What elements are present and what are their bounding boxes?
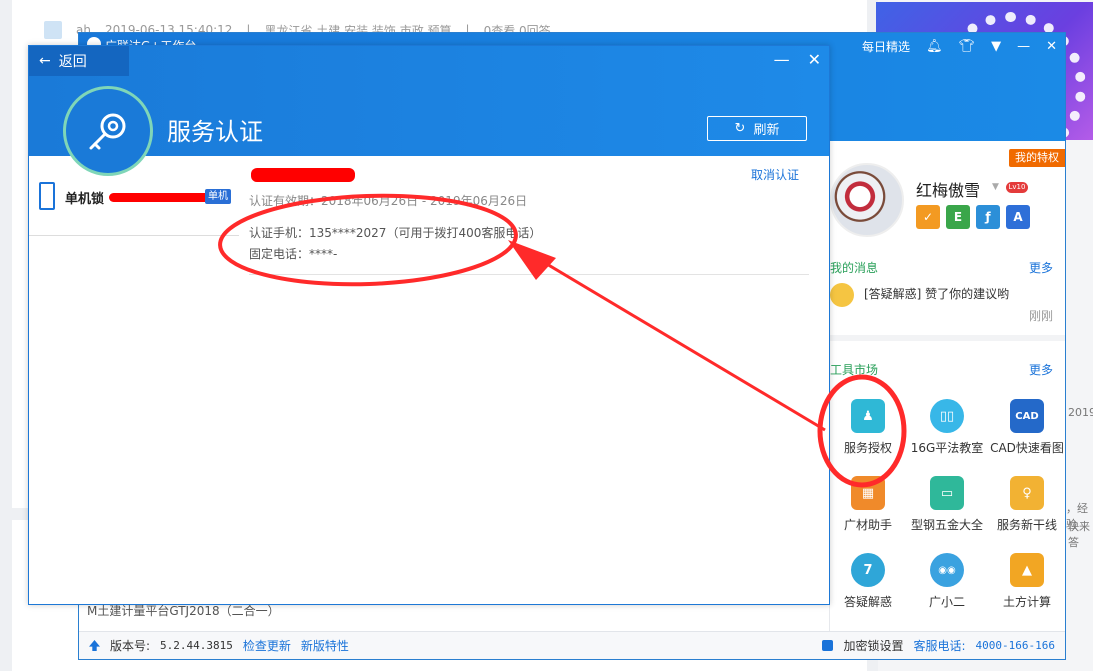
lock-icon (822, 640, 834, 651)
tool-steel-hardware[interactable]: ▭ 型钢五金大全 (906, 476, 988, 533)
close-icon[interactable]: ✕ (808, 50, 821, 69)
level-badge: Lv10 (1006, 182, 1028, 193)
tool-label: 广材助手 (843, 518, 892, 532)
validity-text: 认证有效期：2018年06月26日 - 2019年06月26日 (249, 194, 528, 208)
tool-label: 服务授权 (843, 441, 892, 455)
phone-text: 认证手机：135****2027（可用于拨打400客服电话） (249, 226, 542, 240)
tool-label: 型钢五金大全 (910, 518, 983, 532)
upgrade-arrow-icon (89, 640, 100, 651)
hotline-label: 客服电话: (913, 639, 966, 653)
lock-settings-link[interactable]: 加密锁设置 (843, 637, 903, 654)
lock-list-item[interactable]: 单机锁 单机 (29, 156, 239, 236)
tool-16g-classroom[interactable]: ▯▯ 16G平法教室 (906, 399, 988, 456)
minimize-icon[interactable]: — (1017, 39, 1030, 54)
message-text[interactable]: [答疑解惑] 赞了你的建议哟 (864, 285, 1009, 302)
version-value: 5.2.44.3815 (160, 639, 233, 652)
tool-label: 16G平法教室 (910, 441, 984, 455)
tool-label: 答疑解惑 (843, 595, 892, 609)
messages-more-link[interactable]: 更多 (1029, 259, 1053, 276)
service-auth-icon: ♟ (851, 399, 885, 433)
badge-icon[interactable]: ƒ (976, 205, 1000, 229)
book-icon: ▯▯ (930, 399, 964, 433)
refresh-button[interactable]: ↻ 刷新 (707, 116, 807, 141)
dialog-window-controls: — ✕ (774, 50, 821, 69)
daily-picks-link[interactable]: 每日精选 (862, 38, 910, 55)
tool-label: 土方计算 (1002, 595, 1051, 609)
side-text: 快来答 (1068, 520, 1090, 549)
user-panel: 我的特权 红梅傲雪 ▼ Lv10 ✓ E ƒ A 我的消息 更多 [答疑解惑] … (829, 141, 1065, 631)
message-time: 刚刚 (1028, 309, 1053, 323)
shirt-skin-icon[interactable]: 👕︎ (959, 39, 976, 54)
bulb-icon: ♀ (1010, 476, 1044, 510)
tool-label: CAD快速看图 (990, 441, 1064, 455)
back-label: 返回 (58, 54, 87, 70)
close-icon[interactable]: ✕ (1046, 39, 1057, 54)
tools-title: 工具市场 (830, 363, 879, 377)
minimize-icon[interactable]: — (774, 50, 790, 69)
earthwork-icon: ▲ (1010, 553, 1044, 587)
cancel-auth-link[interactable]: 取消认证 (751, 166, 799, 183)
arrow-left-icon: ← (39, 53, 51, 69)
lock-type-tag: 单机 (205, 189, 231, 204)
tool-service-line[interactable]: ♀ 服务新干线 (988, 476, 1066, 533)
tool-guangxiaoer[interactable]: ◉◉ 广小二 (906, 553, 988, 610)
refresh-icon: ↻ (734, 121, 746, 136)
privilege-badge[interactable]: 我的特权 (1009, 149, 1065, 167)
tool-label: 服务新干线 (996, 518, 1057, 532)
username[interactable]: 红梅傲雪 (916, 177, 980, 201)
message-avatar-icon (830, 283, 854, 307)
chevron-down-icon[interactable]: ▼ (992, 182, 999, 192)
divider (249, 274, 809, 275)
qa-icon: 7 (851, 553, 885, 587)
back-button[interactable]: ← 返回 (29, 46, 129, 76)
tool-grid: ♟ 服务授权 ▯▯ 16G平法教室 CAD CAD快速看图 ▦ 广材助手 ▭ 型钢五金大全… (830, 399, 1066, 610)
messages-title: 我的消息 (830, 261, 879, 275)
side-date: 2019- (1068, 406, 1093, 419)
tool-qa[interactable]: 7 答疑解惑 (830, 553, 906, 610)
bricks-icon: ▦ (851, 476, 885, 510)
badge-list: ✓ E ƒ A (916, 205, 1030, 229)
check-update-link[interactable]: 检查更新 (243, 637, 291, 654)
badge-icon[interactable]: E (946, 205, 970, 229)
dialog-header: ← 返回 — ✕ 服务认证 ↻ 刷新 (29, 46, 829, 176)
divider (830, 335, 1065, 341)
bell-icon[interactable]: 🔔︎ (926, 39, 943, 54)
menu-down-icon[interactable]: ▼ (991, 39, 1001, 54)
mascot-icon: ◉◉ (930, 553, 964, 587)
refresh-label: 刷新 (753, 123, 780, 138)
cad-icon: CAD (1010, 399, 1044, 433)
badge-icon[interactable]: ✓ (916, 205, 940, 229)
workbench-footer: 版本号: 5.2.44.3815 检查更新 新版特性 加密锁设置 客服电话: 4… (79, 631, 1065, 659)
tool-label: 广小二 (928, 595, 965, 609)
steel-icon: ▭ (930, 476, 964, 510)
usb-key-icon (39, 182, 55, 210)
avatar[interactable] (830, 163, 904, 237)
redaction-mark (251, 168, 355, 182)
tool-cad-viewer[interactable]: CAD CAD快速看图 (988, 399, 1066, 456)
lock-name: 单机锁 (65, 192, 105, 207)
new-features-link[interactable]: 新版特性 (301, 637, 349, 654)
tools-more-link[interactable]: 更多 (1029, 361, 1053, 378)
version-label: 版本号: (110, 639, 151, 653)
tool-material-assistant[interactable]: ▦ 广材助手 (830, 476, 906, 533)
hotline-value: 4000-166-166 (975, 639, 1055, 652)
dialog-title: 服务认证 (167, 118, 263, 146)
workbench-top-controls: 每日精选 🔔︎ 👕︎ ▼ — ✕ (862, 35, 1057, 57)
tool-service-auth[interactable]: ♟ 服务授权 (830, 399, 906, 456)
tool-earthwork[interactable]: ▲ 土方计算 (988, 553, 1066, 610)
service-auth-dialog: ← 返回 — ✕ 服务认证 ↻ 刷新 单机锁 单机 取消认证 认证有效期：201 (28, 45, 830, 605)
landline-text: 固定电话：****- (249, 247, 338, 261)
user-avatar-icon (44, 21, 62, 39)
badge-icon[interactable]: A (1006, 205, 1030, 229)
